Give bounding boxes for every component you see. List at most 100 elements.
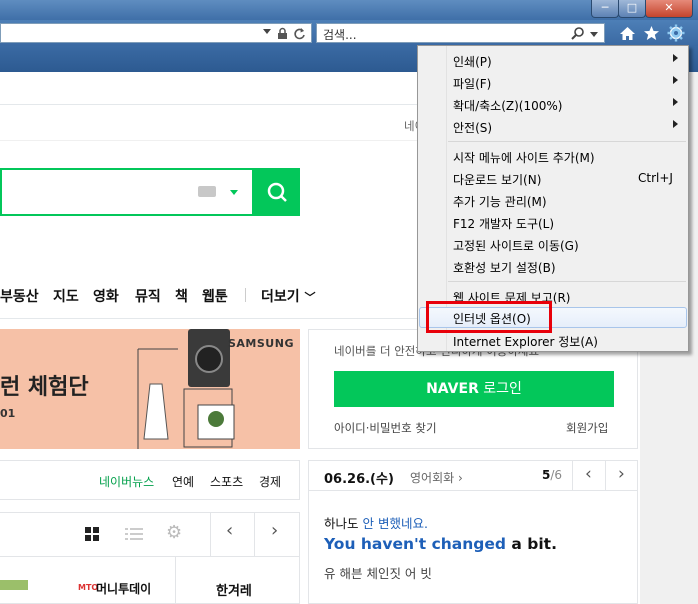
tab-naver-news[interactable]: 네이버뉴스 (99, 473, 154, 490)
english-korean-sentence: 하나도 안 변했네요. (324, 513, 428, 532)
menu-item-about-ie[interactable]: Internet Explorer 정보(A) (419, 330, 687, 351)
nav-item-movie[interactable]: 영화 (93, 286, 119, 306)
divider (175, 556, 176, 604)
nav-item-map[interactable]: 지도 (53, 286, 79, 306)
menu-item-print[interactable]: 인쇄(P) (419, 50, 687, 71)
next-arrow-icon[interactable]: › (618, 464, 625, 484)
search-dropdown-icon[interactable] (590, 32, 598, 37)
nav-item-music[interactable]: 뮤직 (135, 286, 161, 306)
close-button[interactable]: ✕ (645, 0, 693, 18)
search-icon[interactable] (571, 27, 585, 40)
lock-icon (278, 27, 287, 39)
english-pronunciation: 유 해븐 체인짓 어 빗 (324, 566, 432, 581)
prev-arrow-icon[interactable]: ‹ (585, 464, 592, 484)
menu-label: 파일(F) (453, 77, 492, 91)
english-sentence: You haven't changed a bit. (324, 535, 557, 553)
menu-item-add-site-start[interactable]: 시작 메뉴에 사이트 추가(M) (419, 146, 687, 167)
nav-divider (245, 288, 246, 302)
nav-item-realestate[interactable]: 부동산 (0, 286, 39, 306)
tab-entertainment[interactable]: 연예 (172, 473, 194, 490)
prev-arrow-icon[interactable]: ‹ (226, 520, 233, 541)
banner-subtitle: 01 (0, 407, 16, 420)
search-box[interactable]: 검색... (316, 23, 605, 43)
menu-label: 인쇄(P) (453, 55, 492, 69)
login-brand: NAVER (426, 381, 479, 397)
submenu-arrow-icon (673, 54, 678, 62)
menu-label: F12 개발자 도구(L) (453, 217, 555, 231)
service-nav: 부동산 지도 영화 뮤직 책 웹툰 더보기 ﹀ (0, 286, 330, 308)
menu-label: 확대/축소(Z)(100%) (453, 99, 563, 113)
korean-plain: 하나도 (324, 516, 363, 531)
menu-label: 다운로드 보기(N) (453, 173, 542, 187)
grid-view-icon[interactable] (85, 527, 100, 542)
address-bar[interactable] (0, 23, 312, 43)
menu-item-view-downloads[interactable]: 다운로드 보기(N) Ctrl+J (419, 168, 687, 189)
autocomplete-arrow-icon[interactable] (230, 190, 238, 195)
menu-item-compat-view[interactable]: 호환성 보기 설정(B) (419, 256, 687, 277)
divider (572, 460, 573, 490)
submenu-arrow-icon (673, 98, 678, 106)
minimize-button[interactable]: ─ (591, 0, 619, 18)
naver-search-input[interactable] (0, 168, 252, 216)
english-rest: a bit. (506, 535, 557, 553)
menu-label: 호환성 보기 설정(B) (453, 261, 556, 275)
menu-label: 안전(S) (453, 121, 493, 135)
media-logo-hankyoreh[interactable]: 한겨레 (216, 580, 252, 599)
menu-item-pinned-sites[interactable]: 고정된 사이트로 이동(G) (419, 234, 687, 255)
star-icon[interactable] (643, 25, 660, 41)
find-id-password-link[interactable]: 아이디·비밀번호 찾기 (334, 420, 437, 436)
keyboard-icon[interactable] (198, 186, 216, 197)
menu-shortcut: Ctrl+J (638, 171, 673, 185)
english-category-label: 영어회화 (410, 471, 455, 485)
nav-more-label: 더보기 (261, 289, 300, 305)
magnifier-icon (267, 182, 287, 202)
tab-sports[interactable]: 스포츠 (210, 473, 243, 490)
settings-icon[interactable]: ⚙ (166, 522, 182, 543)
menu-label: Internet Explorer 정보(A) (453, 335, 598, 349)
list-view-icon[interactable] (125, 527, 143, 542)
menu-item-zoom[interactable]: 확대/축소(Z)(100%) (419, 94, 687, 115)
menu-separator (448, 141, 686, 142)
samsung-logo: SAMSUNG (228, 337, 294, 350)
menu-item-file[interactable]: 파일(F) (419, 72, 687, 93)
login-label: 로그인 (478, 381, 522, 397)
korean-link[interactable]: 안 변했네요. (362, 516, 427, 531)
divider (308, 490, 638, 491)
address-dropdown-icon[interactable] (263, 29, 271, 34)
menu-item-dev-tools[interactable]: F12 개발자 도구(L) (419, 212, 687, 233)
menu-label: 고정된 사이트로 이동(G) (453, 239, 579, 253)
english-category[interactable]: 영어회화 › (410, 469, 463, 486)
highlight-box (426, 301, 552, 333)
naver-search-button[interactable] (252, 168, 300, 216)
chevron-down-icon: ﹀ (304, 291, 316, 304)
divider (605, 460, 606, 490)
gear-icon[interactable] (667, 24, 685, 42)
divider (210, 512, 211, 556)
page-indicator: 5/6 (542, 468, 562, 482)
banner-title: 런 체험단 (0, 375, 89, 400)
maximize-button[interactable]: □ (618, 0, 646, 18)
nav-item-webtoon[interactable]: 웹툰 (202, 286, 228, 306)
next-arrow-icon[interactable]: › (271, 520, 278, 541)
menu-label: 추가 기능 관리(M) (453, 195, 547, 209)
submenu-arrow-icon (673, 76, 678, 84)
nav-item-book[interactable]: 책 (175, 286, 188, 306)
signup-link[interactable]: 회원가입 (566, 420, 608, 436)
home-icon[interactable] (619, 26, 636, 41)
refresh-icon[interactable] (293, 27, 306, 40)
english-highlight: You haven't changed (324, 535, 506, 553)
media-logo-moneytoday[interactable]: 머니투데이 (96, 580, 151, 597)
menu-item-safety[interactable]: 안전(S) (419, 116, 687, 137)
naver-login-button[interactable]: NAVER 로그인 (334, 371, 614, 407)
english-date: 06.26.(수) (324, 472, 394, 487)
menu-item-manage-addons[interactable]: 추가 기능 관리(M) (419, 190, 687, 211)
media-logo-partial[interactable] (0, 580, 28, 590)
divider (0, 556, 300, 557)
menu-label: 시작 메뉴에 사이트 추가(M) (453, 151, 595, 165)
divider (254, 512, 255, 556)
search-placeholder: 검색... (323, 28, 357, 42)
nav-more[interactable]: 더보기 ﹀ (261, 286, 316, 306)
tab-economy[interactable]: 경제 (259, 473, 281, 490)
menu-separator (448, 281, 686, 282)
submenu-arrow-icon (673, 120, 678, 128)
